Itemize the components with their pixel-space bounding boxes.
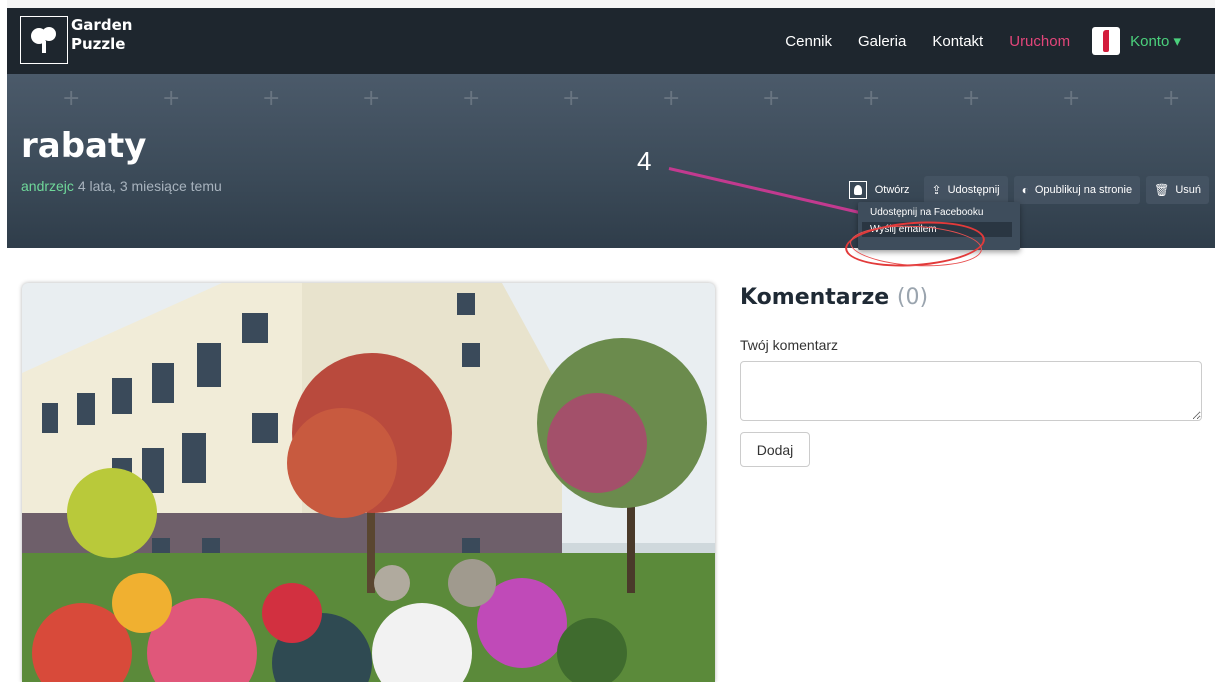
- account-label: Konto ▾: [1130, 33, 1181, 50]
- trash-icon: 🗑: [1154, 183, 1170, 197]
- comments-count: (0): [896, 285, 929, 310]
- share-icon: ⇪: [931, 183, 942, 197]
- plus-decoration: +: [362, 86, 381, 111]
- delete-button[interactable]: 🗑 Usuń: [1146, 176, 1209, 204]
- plus-decoration: +: [162, 86, 181, 111]
- plus-decoration: +: [662, 86, 681, 111]
- plus-decoration: +: [862, 86, 881, 111]
- delete-label: Usuń: [1175, 184, 1201, 196]
- tree-icon: [848, 181, 867, 199]
- plus-decoration: +: [1062, 86, 1081, 111]
- globe-icon: ◐: [1021, 183, 1029, 197]
- timestamp: 4 lata, 3 miesiące temu: [77, 178, 222, 194]
- avatar: [1092, 27, 1121, 55]
- share-facebook-item[interactable]: Udostępnij na Facebooku: [858, 202, 1020, 220]
- open-label: Otwórz: [874, 184, 910, 196]
- add-comment-button[interactable]: Dodaj: [740, 432, 810, 467]
- plus-decoration: +: [1162, 86, 1181, 111]
- brand-name[interactable]: Garden Puzzle: [71, 16, 132, 54]
- nav-cennik[interactable]: Cennik: [785, 33, 832, 50]
- plus-decoration: +: [62, 86, 81, 111]
- page-title: rabaty: [21, 126, 147, 166]
- comments-title: Komentarze: [740, 285, 890, 310]
- plus-decoration: +: [962, 86, 981, 111]
- brand-line-1: Garden: [71, 16, 133, 34]
- share-button[interactable]: ⇪ Udostępnij: [923, 176, 1008, 204]
- project-photo[interactable]: [22, 283, 715, 682]
- comments-heading: Komentarze (0): [740, 285, 928, 310]
- plus-decoration: +: [562, 86, 581, 111]
- plus-decoration: +: [262, 86, 281, 111]
- nav-links: Cennik Galeria Kontakt Uruchom Konto ▾: [759, 8, 1215, 74]
- logo-icon[interactable]: [20, 16, 68, 64]
- nav-galeria[interactable]: Galeria: [858, 33, 906, 50]
- annotation-number: 4: [637, 146, 652, 176]
- comment-input[interactable]: [740, 361, 1202, 421]
- open-button[interactable]: Otwórz: [841, 176, 918, 204]
- plus-decoration: +: [762, 86, 781, 111]
- navbar: Garden Puzzle Cennik Galeria Kontakt Uru…: [7, 0, 1215, 74]
- nav-kontakt[interactable]: Kontakt: [932, 33, 983, 50]
- project-meta: andrzejc 4 lata, 3 miesiące temu: [21, 178, 222, 194]
- publish-button[interactable]: ◐ Opublikuj na stronie: [1013, 176, 1141, 204]
- publish-label: Opublikuj na stronie: [1034, 184, 1133, 196]
- hero-header: + + + + + + + + + + + + rabaty andrzejc …: [7, 74, 1215, 248]
- action-toolbar: Otwórz ⇪ Udostępnij ◐ Opublikuj na stron…: [841, 176, 1209, 204]
- nav-uruchom[interactable]: Uruchom: [1009, 33, 1070, 50]
- brand-line-2: Puzzle: [71, 35, 126, 53]
- share-label: Udostępnij: [947, 184, 1000, 196]
- account-menu[interactable]: Konto ▾: [1092, 27, 1181, 55]
- comment-label: Twój komentarz: [740, 337, 839, 353]
- author-link[interactable]: andrzejc: [21, 178, 74, 194]
- plus-decoration: +: [462, 86, 481, 111]
